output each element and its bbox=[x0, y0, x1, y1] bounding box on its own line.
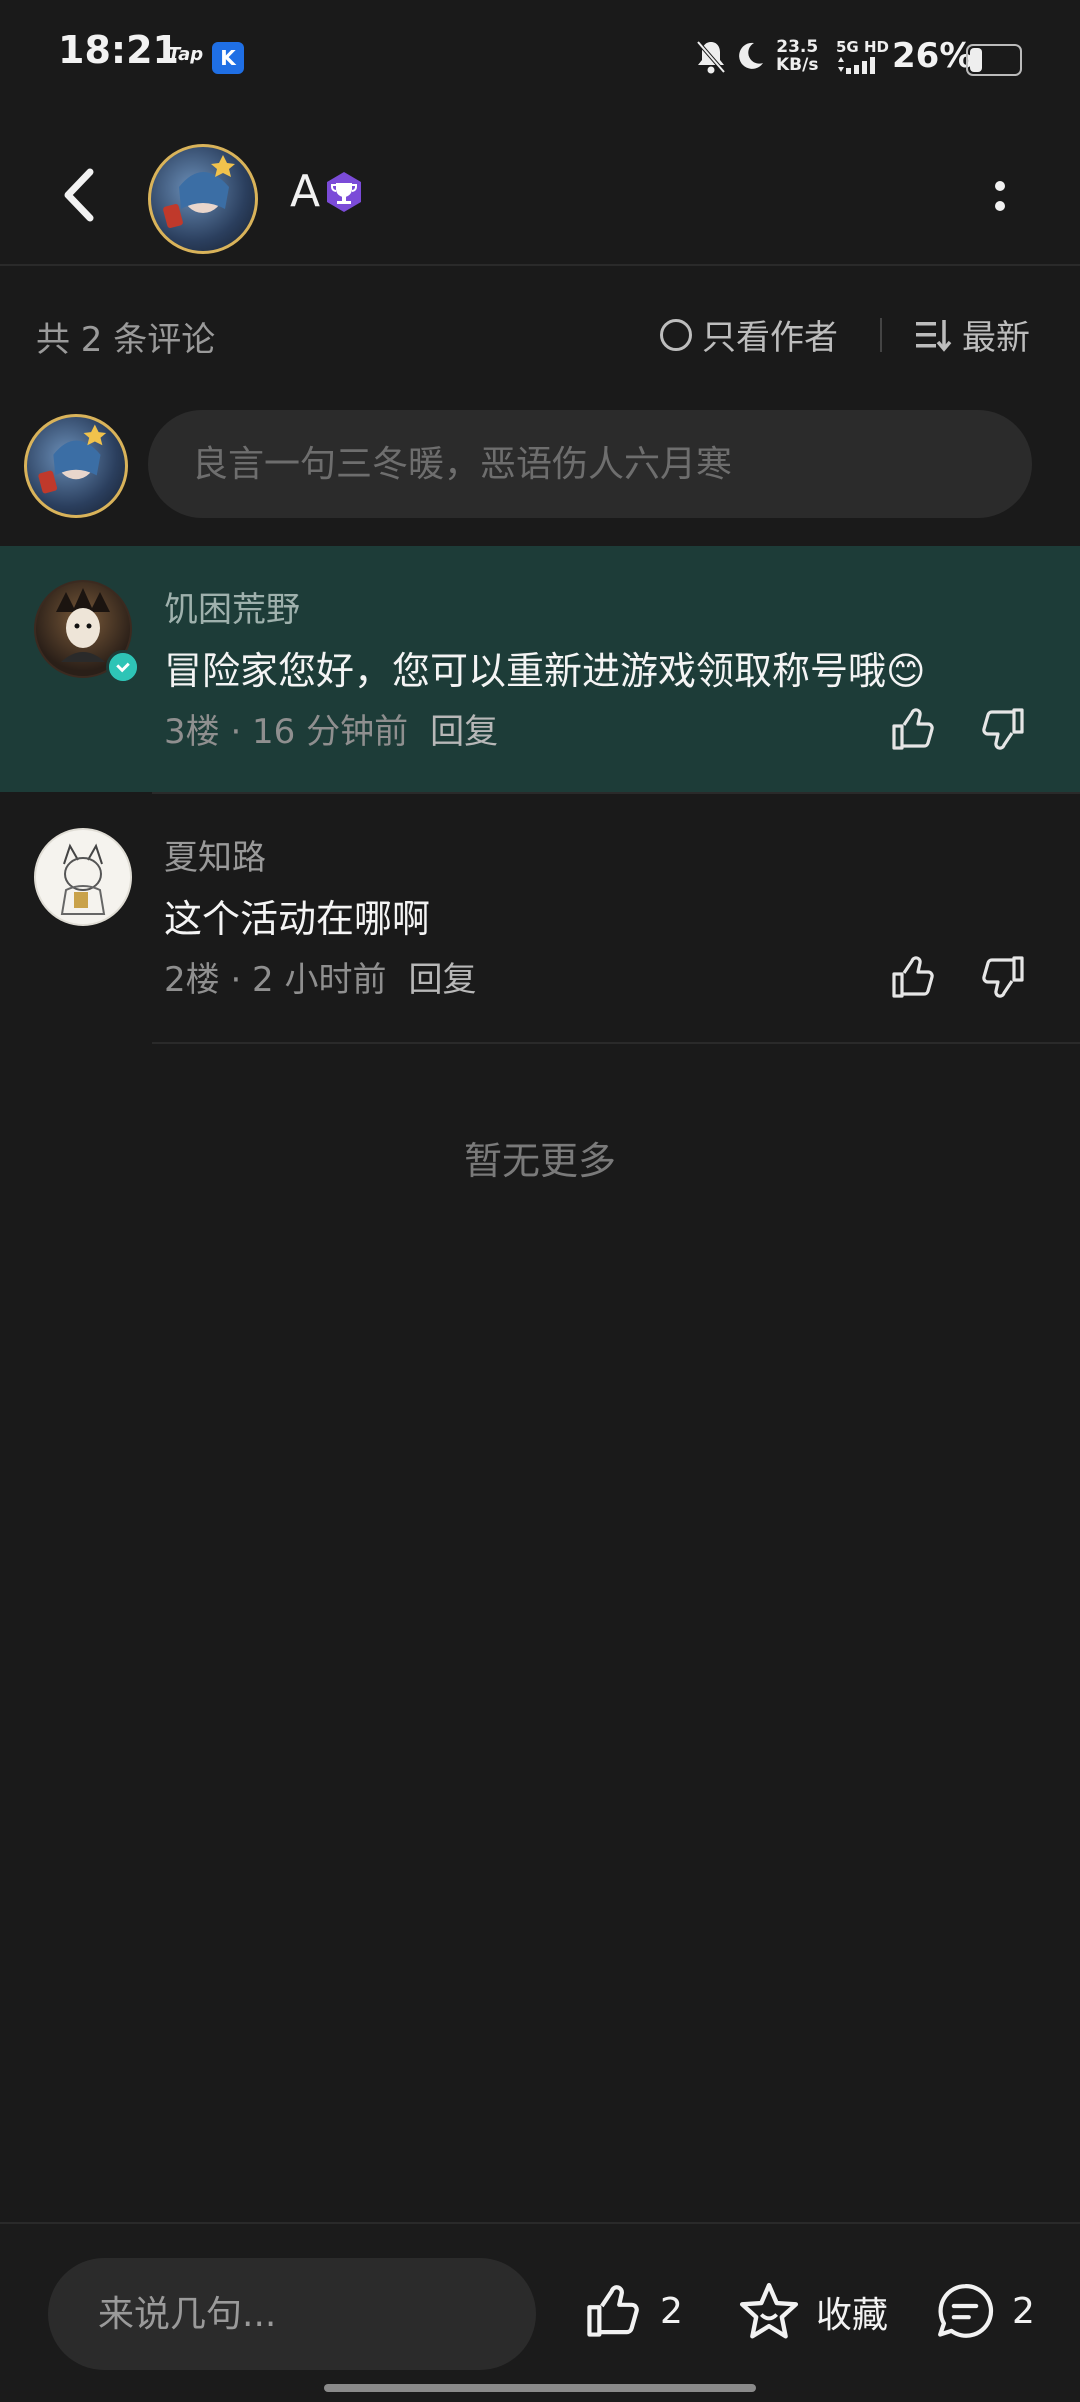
commenter-name[interactable]: 饥困荒野 bbox=[164, 582, 300, 631]
thumbs-up-icon[interactable] bbox=[888, 952, 938, 1002]
signal-label: 5G HD bbox=[836, 38, 889, 56]
moon-icon bbox=[739, 42, 763, 69]
mute-bell-icon bbox=[696, 40, 726, 74]
status-time: 18:21 bbox=[58, 28, 179, 72]
status-bar: 18:21 Tap K 23.5 KB/s 5G HD 26% bbox=[0, 0, 1080, 110]
top-nav: A bbox=[0, 130, 1080, 266]
like-button[interactable]: 2 bbox=[580, 2280, 683, 2342]
reply-button[interactable]: 回复 bbox=[409, 952, 477, 1001]
sort-button[interactable]: 最新 bbox=[914, 310, 1030, 359]
comment-count: 共 2 条评论 bbox=[36, 320, 216, 360]
battery-level bbox=[970, 48, 982, 72]
character-avatar-art bbox=[38, 424, 107, 494]
thumbs-up-icon[interactable] bbox=[888, 704, 938, 754]
comment-count-bottom: 2 bbox=[1012, 2290, 1035, 2332]
character-avatar-art bbox=[163, 155, 235, 229]
no-more-label: 暂无更多 bbox=[463, 1139, 616, 1183]
only-author-toggle[interactable]: 只看作者 bbox=[660, 310, 838, 359]
favorite-button[interactable]: 收藏 bbox=[736, 2280, 888, 2344]
comment-item[interactable]: 饥困荒野 冒险家您好，您可以重新进游戏领取称号哦😊 3楼 · 16 分钟前 回复 bbox=[0, 546, 1080, 792]
quick-comment-input[interactable] bbox=[48, 2258, 536, 2370]
thumbs-down-icon[interactable] bbox=[978, 952, 1028, 1002]
net-speed: 23.5 KB/s bbox=[776, 37, 819, 75]
back-button[interactable] bbox=[50, 160, 110, 230]
trophy-badge-icon bbox=[327, 172, 361, 212]
comment-meta: 2楼 · 2 小时前 回复 bbox=[164, 952, 477, 1001]
sketch-avatar-art bbox=[60, 843, 106, 915]
comment-meta: 3楼 · 16 分钟前 回复 bbox=[164, 704, 498, 753]
reply-button[interactable]: 回复 bbox=[430, 704, 498, 753]
author-avatar[interactable] bbox=[148, 144, 258, 254]
toolbar-divider bbox=[880, 318, 882, 352]
verified-check-icon bbox=[106, 650, 140, 684]
my-avatar bbox=[24, 414, 128, 518]
thumbs-up-icon bbox=[587, 2285, 639, 2337]
comment-item[interactable]: 夏知路 这个活动在哪啊 2楼 · 2 小时前 回复 bbox=[0, 794, 1080, 1044]
signal-bars-icon bbox=[838, 57, 875, 74]
favorite-label: 收藏 bbox=[816, 2295, 889, 2336]
star-icon bbox=[739, 2282, 799, 2339]
commenter-avatar[interactable] bbox=[34, 828, 132, 926]
more-options-button[interactable] bbox=[990, 172, 1010, 222]
tap-app-tag: Tap bbox=[168, 44, 204, 65]
thumbs-down-icon[interactable] bbox=[978, 704, 1028, 754]
chat-bubble-icon bbox=[938, 2284, 994, 2338]
sort-icon bbox=[916, 319, 952, 352]
comment-input[interactable] bbox=[148, 410, 1032, 518]
home-indicator[interactable] bbox=[324, 2384, 756, 2392]
battery-icon bbox=[966, 44, 1022, 76]
battery-percent: 26% bbox=[892, 36, 974, 76]
sort-label: 最新 bbox=[962, 318, 1030, 358]
bottom-action-bar: 2 收藏 2 bbox=[0, 2222, 1080, 2402]
comment-text: 这个活动在哪啊 bbox=[164, 897, 431, 941]
k-app-icon: K bbox=[212, 42, 244, 74]
like-count: 2 bbox=[660, 2290, 683, 2332]
floor-and-time: 3楼 · 16 分钟前 bbox=[164, 712, 409, 752]
author-name[interactable]: A bbox=[290, 166, 320, 217]
only-author-label: 只看作者 bbox=[702, 318, 838, 358]
comment-text: 冒险家您好，您可以重新进游戏领取称号哦😊 bbox=[164, 649, 926, 693]
comments-button[interactable]: 2 bbox=[932, 2280, 1035, 2342]
floor-and-time: 2楼 · 2 小时前 bbox=[164, 960, 387, 1000]
commenter-name[interactable]: 夏知路 bbox=[164, 830, 266, 879]
comment-divider bbox=[152, 1042, 1080, 1044]
radio-circle-icon[interactable] bbox=[660, 318, 692, 351]
